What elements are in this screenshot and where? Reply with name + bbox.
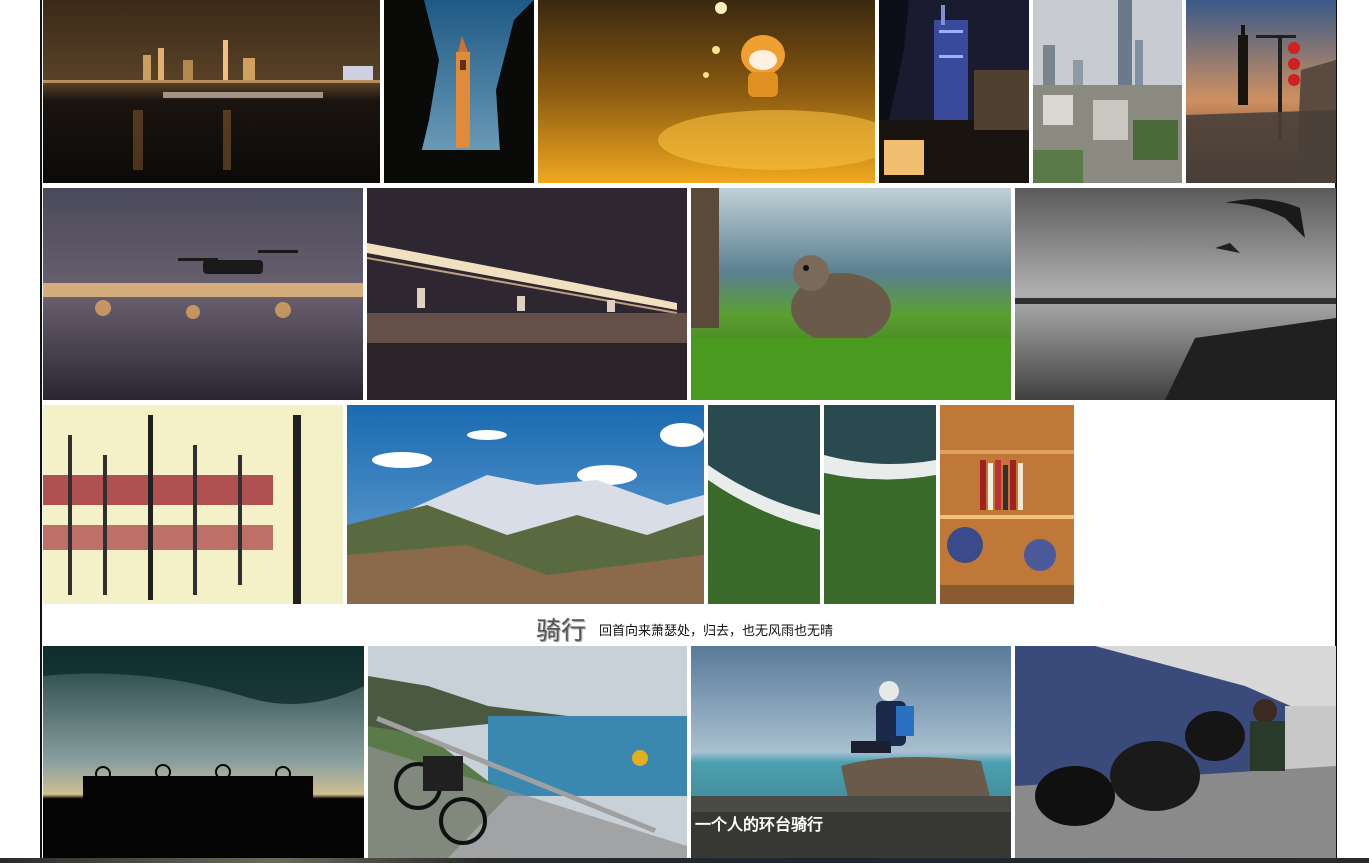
photo-caption: 一个人的环台骑行: [691, 812, 1011, 858]
photo-drone-bridge-image: [43, 188, 363, 400]
photo-cyclist-resting[interactable]: [1015, 646, 1336, 858]
photo-city-skyline-day-image: [1033, 0, 1182, 183]
photo-seagulls-pier-image: [1015, 188, 1336, 400]
photo-skyscraper-night[interactable]: [879, 0, 1029, 183]
photo-cyclist-resting-image: [1015, 646, 1336, 858]
photo-boat-reflection[interactable]: [43, 405, 343, 604]
photo-city-skyline-night-image: [43, 0, 380, 183]
photo-cyclists-silhouette[interactable]: [43, 646, 364, 858]
photo-coast-aerial-image: [708, 405, 820, 604]
photo-toy-figure-night[interactable]: [538, 0, 875, 183]
photo-snow-mountains-image: [347, 405, 704, 604]
photo-city-wall-lanterns-image: [1186, 0, 1336, 183]
section-subtitle: 回首向来萧瑟处，归去，也无风雨也无晴: [599, 623, 834, 639]
photo-clock-tower-image: [384, 0, 534, 183]
window-bottom-strip: [0, 858, 1369, 863]
photo-city-skyline-night[interactable]: [43, 0, 380, 183]
photo-toy-figure-night-image: [538, 0, 875, 183]
photo-squirrel-image: [691, 188, 1011, 400]
photo-coast-aerial[interactable]: [708, 405, 820, 604]
photo-bridge-lights[interactable]: [367, 188, 687, 400]
photo-drone-bridge[interactable]: [43, 188, 363, 400]
photo-city-wall-lanterns[interactable]: [1186, 0, 1336, 183]
photo-snow-mountains[interactable]: [347, 405, 704, 604]
photo-boat-reflection-image: [43, 405, 343, 604]
photo-skyscraper-night-image: [879, 0, 1029, 183]
photo-touring-bike-coast-image: [368, 646, 687, 858]
photo-squirrel[interactable]: [691, 188, 1011, 400]
photo-cyclist-on-rock[interactable]: 一个人的环台骑行: [691, 646, 1011, 858]
photo-clock-tower[interactable]: [384, 0, 534, 183]
photo-figure-shelf-image: [940, 405, 1074, 604]
section-title: 骑行: [535, 616, 586, 645]
photo-touring-bike-coast[interactable]: [368, 646, 687, 858]
photo-seagulls-pier[interactable]: [1015, 188, 1336, 400]
photo-coast-aerial-2[interactable]: [824, 405, 936, 604]
photo-city-skyline-day[interactable]: [1033, 0, 1182, 183]
photo-coast-aerial-2-image: [824, 405, 936, 604]
section-heading: 骑行 回首向来萧瑟处，归去，也无风雨也无晴: [0, 611, 1369, 645]
photo-figure-shelf[interactable]: [940, 405, 1074, 604]
photo-bridge-lights-image: [367, 188, 687, 400]
photo-cyclists-silhouette-image: [43, 646, 364, 858]
